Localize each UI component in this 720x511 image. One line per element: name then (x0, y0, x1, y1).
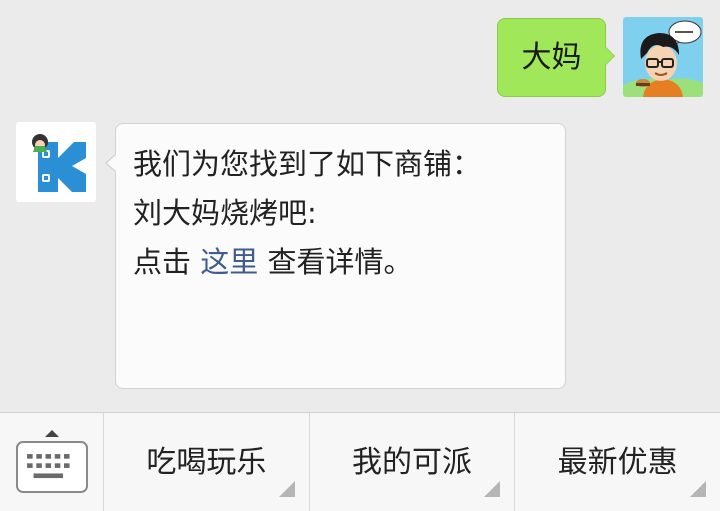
submenu-corner-icon (690, 481, 707, 497)
submenu-corner-icon (484, 481, 501, 497)
incoming-message-bubble[interactable]: 我们为您找到了如下商铺： 刘大妈烧烤吧: 点击 这里 查看详情。 (105, 123, 566, 389)
submenu-corner-icon (278, 481, 295, 497)
keyboard-toggle-button[interactable] (0, 413, 104, 511)
keyboard-icon (16, 441, 88, 493)
menu-latest-offers[interactable]: 最新优惠 (515, 413, 720, 511)
message-list[interactable]: 大妈 我们为您找到了如下商铺： 刘大妈烧烤吧: 点击 这里 查看详情。 (0, 0, 720, 412)
message-line-1: 我们为您找到了如下商铺： (133, 147, 482, 181)
cartoon-avatar-image (623, 17, 703, 97)
menu-eat-drink-play[interactable]: 吃喝玩乐 (104, 413, 310, 511)
message-line-3-suffix: 查看详情。 (258, 245, 413, 279)
bottom-menu-bar: 吃喝玩乐 我的可派 最新优惠 (0, 412, 720, 511)
message-line-2: 刘大妈烧烤吧: (133, 196, 317, 230)
user-avatar[interactable] (623, 17, 703, 97)
bot-avatar[interactable] (16, 122, 96, 202)
menu-item-label: 最新优惠 (557, 445, 678, 480)
message-line-3: 点击 这里 查看详情。 (133, 238, 565, 287)
chat-screen: 大妈 我们为您找到了如下商铺： 刘大妈烧烤吧: 点击 这里 查看详情。 吃喝玩乐… (0, 0, 720, 511)
menu-my-kepai[interactable]: 我的可派 (310, 413, 516, 511)
outgoing-message-text: 大妈 (521, 40, 582, 75)
details-link[interactable]: 这里 (200, 245, 258, 279)
menu-item-label: 吃喝玩乐 (146, 445, 267, 480)
menu-item-label: 我的可派 (352, 445, 472, 480)
chevron-up-icon (45, 430, 59, 437)
outgoing-message-bubble[interactable]: 大妈 (497, 18, 615, 97)
message-line-3-prefix: 点击 (133, 245, 201, 279)
k-logo-icon (16, 122, 96, 202)
